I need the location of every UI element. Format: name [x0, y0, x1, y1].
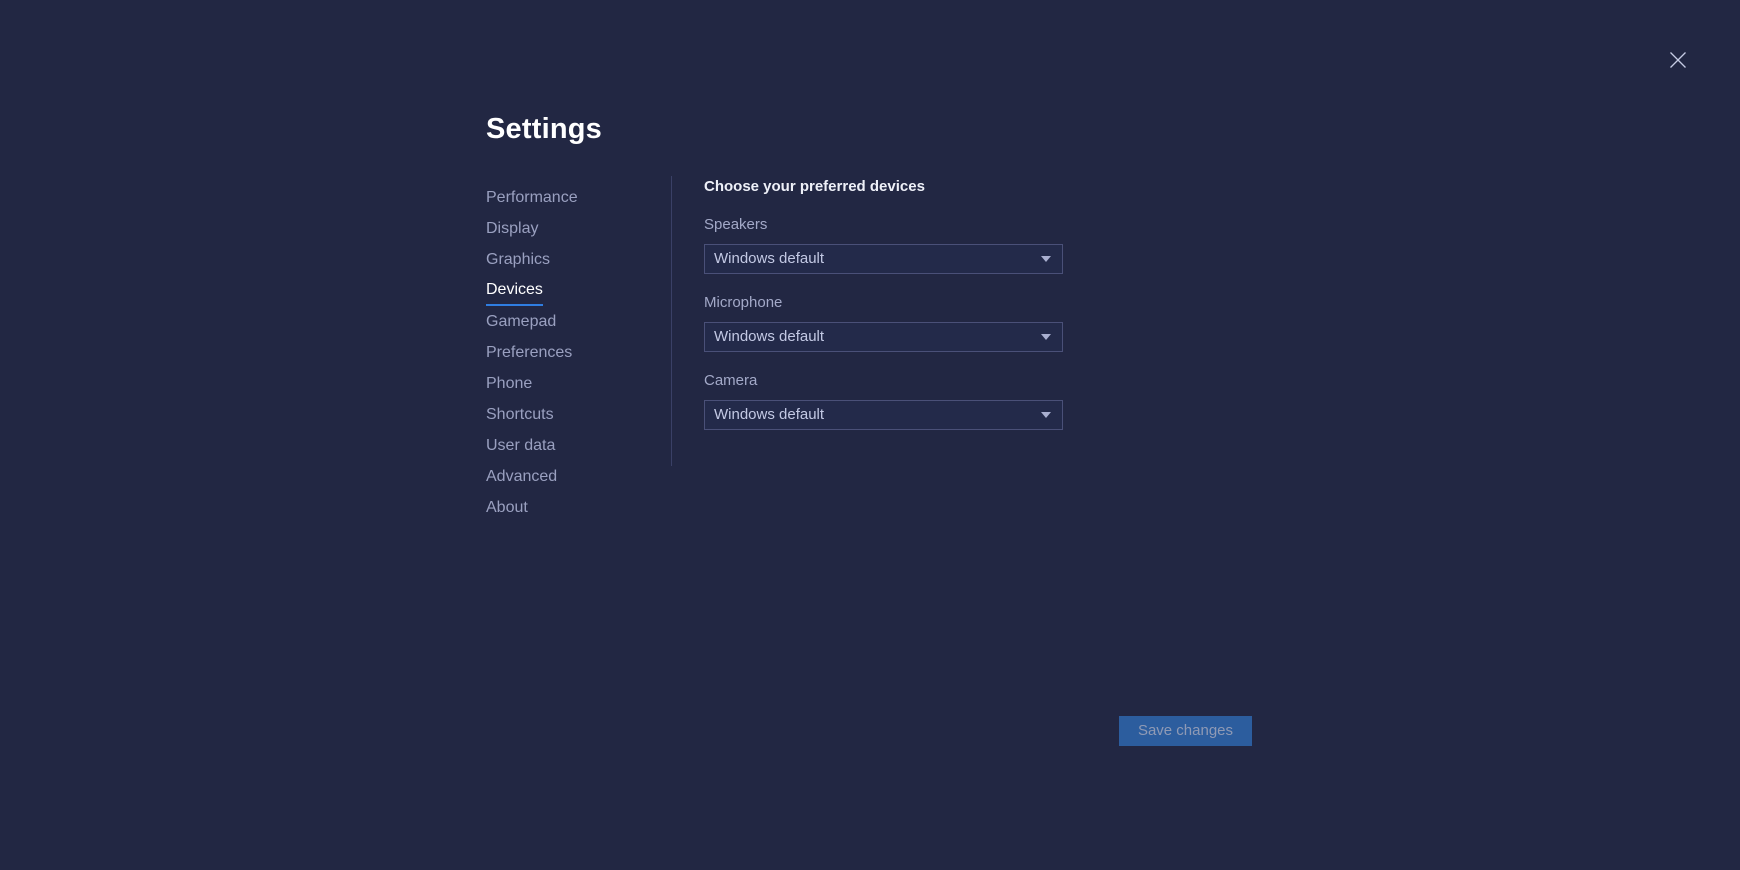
chevron-down-icon [1041, 256, 1051, 262]
camera-label: Camera [704, 372, 758, 389]
save-changes-button[interactable]: Save changes [1119, 716, 1252, 746]
chevron-down-icon [1041, 334, 1051, 340]
sidebar-item-user-data[interactable]: User data [486, 430, 555, 461]
camera-select-value: Windows default [714, 406, 825, 423]
sidebar-item-about[interactable]: About [486, 492, 528, 523]
sidebar-item-performance[interactable]: Performance [486, 182, 578, 213]
microphone-label: Microphone [704, 294, 783, 311]
microphone-select-value: Windows default [714, 328, 825, 345]
sidebar-item-graphics[interactable]: Graphics [486, 244, 550, 275]
panel-heading: Choose your preferred devices [704, 178, 925, 195]
page-title: Settings [486, 113, 602, 145]
sidebar-item-shortcuts[interactable]: Shortcuts [486, 399, 554, 430]
speakers-select[interactable]: Windows default [704, 244, 1063, 274]
chevron-down-icon [1041, 412, 1051, 418]
sidebar-item-gamepad[interactable]: Gamepad [486, 306, 556, 337]
field-group-camera: Camera Windows default [704, 372, 1104, 430]
settings-sidebar: Performance Display Graphics Devices Gam… [486, 182, 636, 523]
sidebar-item-preferences[interactable]: Preferences [486, 337, 572, 368]
devices-panel: Choose your preferred devices Speakers W… [704, 178, 1104, 430]
field-group-microphone: Microphone Windows default [704, 294, 1104, 352]
sidebar-item-advanced[interactable]: Advanced [486, 461, 557, 492]
speakers-select-value: Windows default [714, 250, 825, 267]
sidebar-item-display[interactable]: Display [486, 213, 538, 244]
microphone-select[interactable]: Windows default [704, 322, 1063, 352]
close-icon [1669, 51, 1687, 69]
speakers-label: Speakers [704, 216, 768, 233]
sidebar-item-devices[interactable]: Devices [486, 275, 543, 306]
close-button[interactable] [1662, 44, 1694, 76]
field-group-speakers: Speakers Windows default [704, 216, 1104, 274]
sidebar-item-phone[interactable]: Phone [486, 368, 532, 399]
sidebar-divider [671, 176, 672, 466]
camera-select[interactable]: Windows default [704, 400, 1063, 430]
